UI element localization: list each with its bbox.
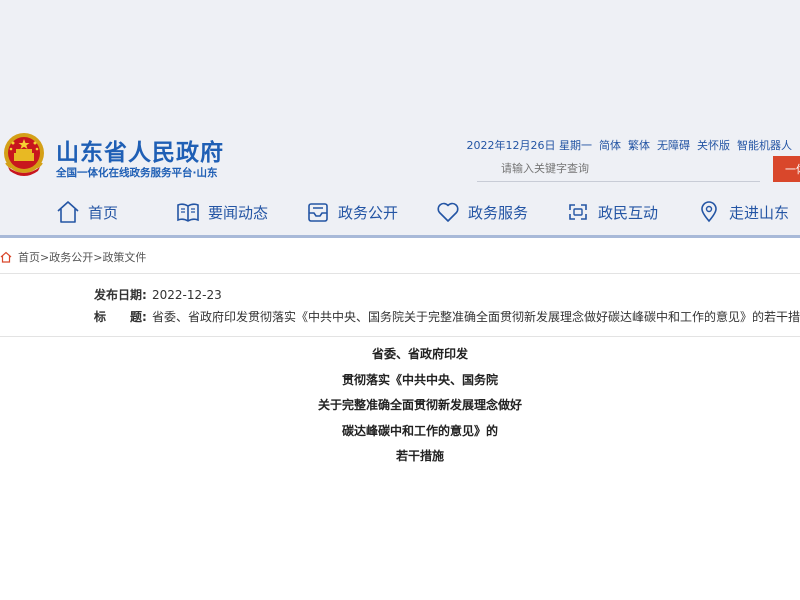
title-row: 标 题: 省委、省政府印发贯彻落实《中共中央、国务院关于完整准确全面贯彻新发展理念…	[94, 308, 800, 325]
nav-label-gov-service: 政务服务	[468, 203, 529, 222]
document-title-line: 省委、省政府印发	[371, 347, 468, 361]
nav-item-gov-open[interactable]: 政务公开	[306, 200, 398, 224]
national-emblem-logo	[2, 131, 46, 181]
document-title-line: 若干措施	[395, 449, 444, 463]
publish-date-label: 发布日期:	[94, 288, 147, 302]
news-icon	[177, 203, 199, 222]
link-traditional[interactable]: 繁体	[628, 137, 650, 153]
nav-divider	[0, 235, 800, 238]
publish-date-row: 发布日期: 2022-12-23	[94, 286, 222, 303]
search-button[interactable]: 一体	[773, 156, 800, 182]
breadcrumb-gov-open[interactable]: 政务公开	[49, 249, 93, 265]
nav-label-home: 首页	[88, 203, 119, 222]
nav-label-interaction: 政民互动	[598, 203, 659, 222]
title-value: 省委、省政府印发贯彻落实《中共中央、国务院关于完整准确全面贯彻新发展理念做好碳达…	[152, 310, 800, 324]
document-title-line: 碳达峰碳中和工作的意见》的	[341, 423, 498, 438]
breadcrumb-sep: >	[93, 250, 103, 264]
location-icon	[701, 201, 717, 223]
divider	[0, 273, 800, 274]
document-title-line: 关于完整准确全面贯彻新发展理念做好	[317, 398, 522, 412]
breadcrumb-sep: >	[40, 250, 50, 264]
title-label: 标 题:	[94, 310, 147, 324]
nav-item-home[interactable]: 首页	[56, 200, 118, 224]
link-accessibility[interactable]: 无障碍	[657, 137, 690, 153]
document-title-line: 贯彻落实《中共中央、国务院	[341, 372, 498, 387]
breadcrumb-home[interactable]: 首页	[18, 249, 40, 265]
nav-label-news: 要闻动态	[208, 203, 269, 222]
breadcrumb-policy-docs[interactable]: 政策文件	[102, 249, 146, 265]
nav-label-shandong: 走进山东	[729, 203, 790, 222]
main-nav: 首页 要闻动态 政务公开 政务服务 政民互动 走进山东	[0, 196, 800, 232]
home-icon	[0, 251, 12, 263]
interaction-icon	[569, 204, 587, 220]
nav-label-gov-open: 政务公开	[338, 203, 399, 222]
utility-bar: 2022年12月26日 星期一 简体 繁体 无障碍 关怀版 智能机器人	[467, 137, 793, 153]
inbox-icon	[308, 203, 328, 222]
link-simplified[interactable]: 简体	[599, 137, 621, 153]
publish-date-value: 2022-12-23	[152, 288, 222, 302]
document-title: 省委、省政府印发 贯彻落实《中共中央、国务院 关于完整准确全面贯彻新发展理念做好…	[0, 346, 800, 474]
nav-item-interaction[interactable]: 政民互动	[566, 200, 658, 224]
site-title[interactable]: 山东省人民政府	[56, 133, 224, 167]
site-subtitle: 全国一体化在线政务服务平台·山东	[56, 167, 218, 179]
divider	[0, 336, 800, 337]
nav-item-gov-service[interactable]: 政务服务	[436, 200, 528, 224]
link-smart-robot[interactable]: 智能机器人	[737, 137, 792, 153]
search-input[interactable]	[477, 156, 760, 182]
nav-item-shandong[interactable]: 走进山东	[697, 200, 789, 224]
heart-icon	[437, 202, 459, 222]
breadcrumb: 首页 > 政务公开 > 政策文件	[0, 249, 146, 265]
nav-item-news[interactable]: 要闻动态	[176, 200, 268, 224]
link-care-mode[interactable]: 关怀版	[697, 137, 730, 153]
current-date: 2022年12月26日 星期一	[466, 139, 593, 152]
home-icon	[57, 201, 79, 223]
